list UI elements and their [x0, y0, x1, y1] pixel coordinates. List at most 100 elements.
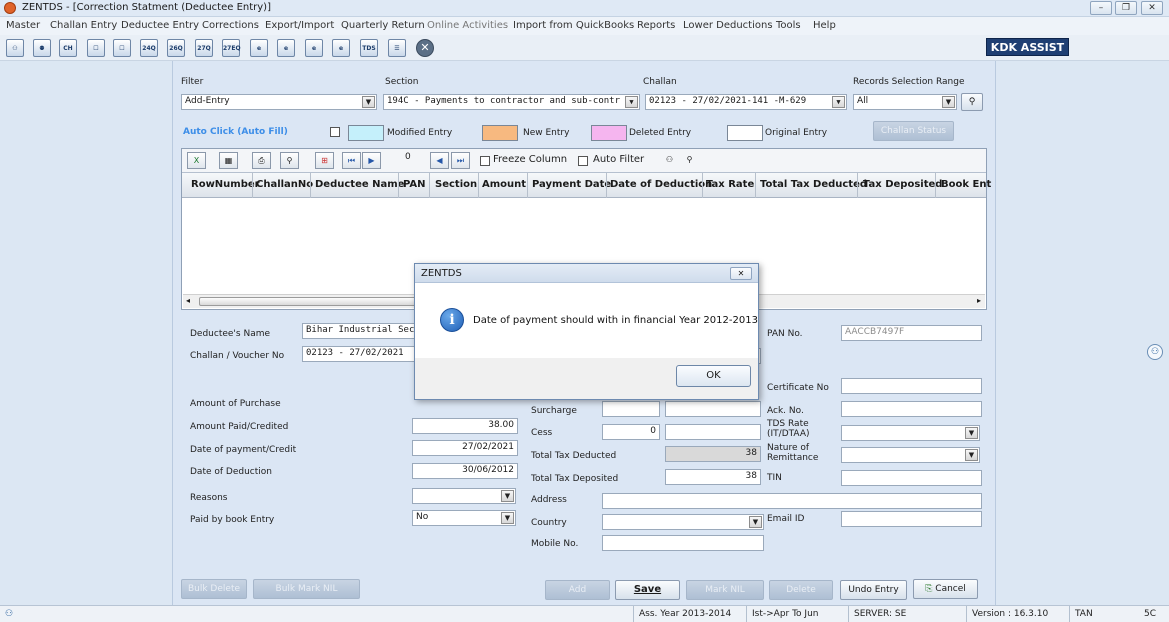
27eq-icon[interactable]: 27EQ [222, 39, 241, 57]
filter-select[interactable]: Add-Entry ▼ [181, 94, 377, 110]
menu-export-import[interactable]: Export/Import [265, 20, 334, 31]
group-icon[interactable]: ⚉ [33, 39, 51, 57]
chevron-down-icon[interactable]: ▼ [965, 427, 978, 439]
form-icon[interactable]: ☐ [87, 39, 105, 57]
e-24q-icon[interactable]: e [250, 39, 268, 57]
excel-icon[interactable]: X [187, 152, 206, 169]
first-record-icon[interactable]: ⏮ [342, 152, 361, 169]
form2-icon[interactable]: ☐ [113, 39, 131, 57]
cancel-button[interactable]: ⎘ Cancel [913, 579, 978, 599]
bulk-mark-nil-button[interactable]: Bulk Mark NIL [253, 579, 360, 599]
tds-rate-select[interactable]: ▼ [841, 425, 980, 441]
menu-import-quickbooks[interactable]: Import from QuickBooks [513, 20, 634, 31]
scroll-left-icon[interactable]: ◂ [186, 296, 190, 305]
user-search-icon[interactable]: ⚇ [660, 152, 679, 169]
bulk-delete-button[interactable]: Bulk Delete [181, 579, 247, 599]
challan-status-button[interactable]: Challan Status [873, 121, 954, 141]
col-book-entry[interactable]: Book Ent [941, 179, 991, 190]
ack-field[interactable] [841, 401, 982, 417]
nature-remittance-select[interactable]: ▼ [841, 447, 980, 463]
challan-voucher-field[interactable]: 02123 - 27/02/2021 [302, 346, 418, 362]
ch-icon[interactable]: CH [59, 39, 77, 57]
chevron-down-icon[interactable]: ▼ [749, 516, 762, 528]
col-deductee-name[interactable]: Deductee Name [315, 179, 404, 190]
pan-field[interactable]: AACCB7497F [841, 325, 982, 341]
records-range-select[interactable]: All ▼ [853, 94, 957, 110]
chevron-down-icon[interactable]: ▼ [625, 96, 638, 108]
kdk-assist-button[interactable]: KDK ASSIST [986, 38, 1069, 56]
save-button[interactable]: Save [615, 580, 680, 600]
date-payment-field[interactable]: 27/02/2021 [412, 440, 518, 456]
address-field[interactable] [602, 493, 982, 509]
certificate-field[interactable] [841, 378, 982, 394]
ok-button[interactable]: OK [676, 365, 751, 387]
menu-corrections[interactable]: Corrections [202, 20, 259, 31]
menu-challan-entry[interactable]: Challan Entry [50, 20, 117, 31]
mobile-field[interactable] [602, 535, 764, 551]
notes-icon[interactable]: ☰ [388, 39, 406, 57]
email-field[interactable] [841, 511, 982, 527]
add-button[interactable]: Add [545, 580, 610, 600]
section-select[interactable]: 194C - Payments to contractor and sub-co… [383, 94, 640, 110]
auto-filter-checkbox[interactable] [578, 156, 588, 166]
col-section[interactable]: Section [435, 179, 477, 190]
col-date-of-deduction[interactable]: Date of Deduction [610, 179, 712, 190]
search-icon[interactable]: ⚲ [961, 93, 983, 111]
delete-button[interactable]: Delete [769, 580, 833, 600]
country-select[interactable]: ▼ [602, 514, 764, 530]
close-window-icon[interactable]: ✕ [1141, 1, 1163, 15]
27q-icon[interactable]: 27Q [195, 39, 213, 57]
col-rownumber[interactable]: RowNumber [191, 179, 260, 190]
cess-amount-field[interactable] [665, 424, 761, 440]
restore-icon[interactable]: ❐ [1115, 1, 1137, 15]
auto-click-checkbox[interactable] [330, 127, 340, 137]
menu-master[interactable]: Master [6, 20, 40, 31]
e-27eq-icon[interactable]: e [332, 39, 350, 57]
close-icon[interactable]: ✕ [416, 39, 434, 57]
sheet-icon[interactable]: ▦ [219, 152, 238, 169]
reasons-select[interactable]: ▼ [412, 488, 516, 504]
scroll-right-icon[interactable]: ▸ [977, 296, 981, 305]
menu-reports[interactable]: Reports [637, 20, 675, 31]
col-payment-date[interactable]: Payment Date [532, 179, 611, 190]
tree-icon[interactable]: ⊞ [315, 152, 334, 169]
user-find-icon[interactable]: ⚲ [680, 152, 699, 169]
menu-online-activities[interactable]: Online Activities [427, 20, 508, 31]
menu-tools[interactable]: Tools [776, 20, 801, 31]
chevron-down-icon[interactable]: ▼ [501, 490, 514, 502]
chevron-down-icon[interactable]: ▼ [501, 512, 514, 524]
undo-entry-button[interactable]: Undo Entry [840, 580, 907, 600]
challan-select[interactable]: 02123 - 27/02/2021-141 -M-629 ▼ [645, 94, 847, 110]
tds-icon[interactable]: TDS [360, 39, 378, 57]
col-tax-rate[interactable]: Tax Rate [706, 179, 754, 190]
print-icon[interactable]: ⎙ [252, 152, 271, 169]
chevron-down-icon[interactable]: ▼ [362, 96, 375, 108]
prev-record-icon[interactable]: ▶ [362, 152, 381, 169]
menu-quarterly-return[interactable]: Quarterly Return [341, 20, 425, 31]
chevron-down-icon[interactable]: ▼ [832, 96, 845, 108]
surcharge-amount-field[interactable] [665, 401, 761, 417]
prev-page-icon[interactable]: ◀ [430, 152, 449, 169]
mark-nil-button[interactable]: Mark NIL [686, 580, 764, 600]
total-deposited-field[interactable]: 38 [665, 469, 761, 485]
deductee-name-field[interactable]: Bihar Industrial Securi [302, 323, 418, 339]
menu-help[interactable]: Help [813, 20, 836, 31]
e-27q-icon[interactable]: e [305, 39, 323, 57]
date-deduction-field[interactable]: 30/06/2012 [412, 463, 518, 479]
chevron-down-icon[interactable]: ▼ [942, 96, 955, 108]
chevron-down-icon[interactable]: ▼ [965, 449, 978, 461]
cess-field[interactable]: 0 [602, 424, 660, 440]
users-icon[interactable]: ⚇ [6, 39, 24, 57]
col-amount[interactable]: Amount [482, 179, 526, 190]
tin-field[interactable] [841, 470, 982, 486]
dialog-close-icon[interactable]: ✕ [730, 267, 752, 280]
col-pan[interactable]: PAN [403, 179, 426, 190]
paid-book-select[interactable]: No ▼ [412, 510, 516, 526]
menu-deductee-entry[interactable]: Deductee Entry [121, 20, 199, 31]
col-tax-deposited[interactable]: Tax Deposited [863, 179, 942, 190]
last-record-icon[interactable]: ⏭ [451, 152, 470, 169]
find-icon[interactable]: ⚲ [280, 152, 299, 169]
col-challanno[interactable]: ChallanNo [256, 179, 313, 190]
surcharge-field[interactable] [602, 401, 660, 417]
assist-float-icon[interactable]: ⚇ [1147, 344, 1163, 360]
